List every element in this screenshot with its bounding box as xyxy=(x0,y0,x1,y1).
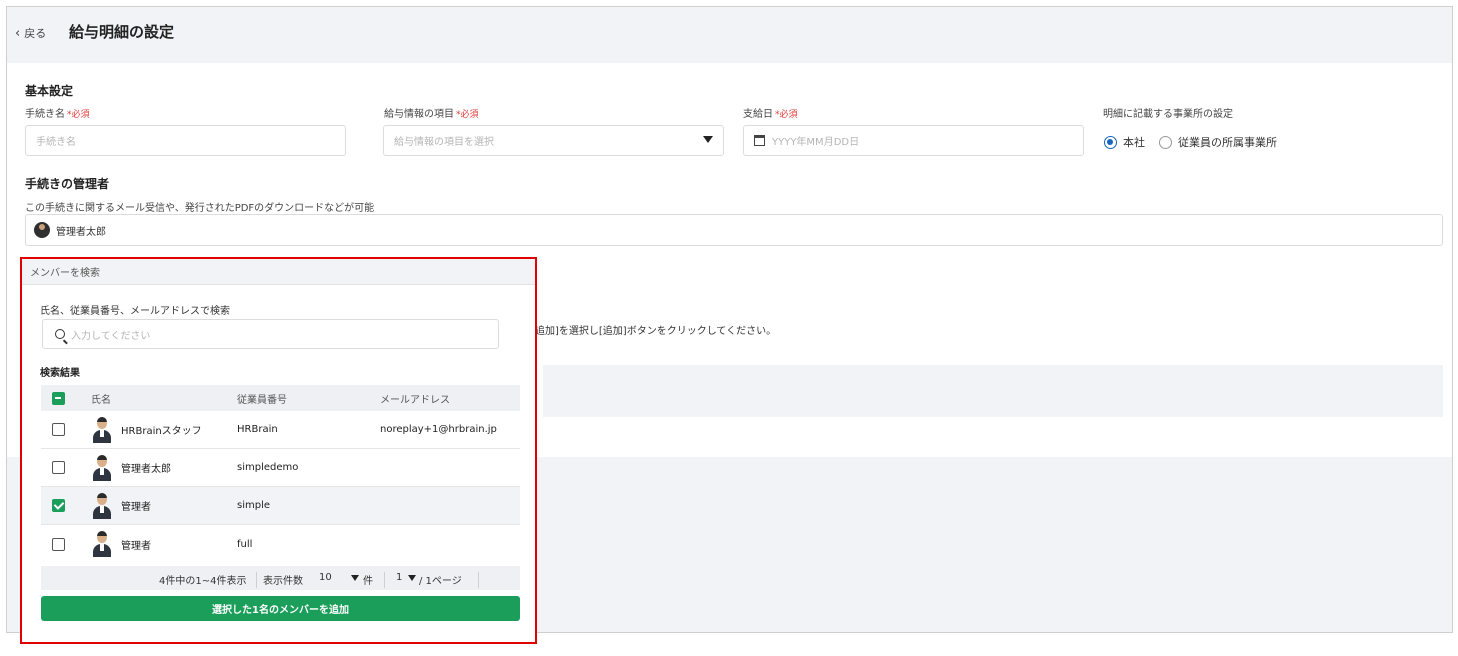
salary-item-placeholder: 給与情報の項目を選択 xyxy=(394,137,494,148)
page-number[interactable]: 1 xyxy=(396,572,402,583)
proc-name-label: 手続き名 *必須 xyxy=(25,109,90,120)
employee-number: HRBrain xyxy=(237,424,278,435)
pay-date-label: 支給日 *必須 xyxy=(743,109,798,120)
admin-member-field[interactable]: 管理者太郎 xyxy=(25,214,1443,246)
results-label: 検索結果 xyxy=(40,368,80,379)
row-checkbox[interactable] xyxy=(52,461,65,474)
back-label: 戻る xyxy=(24,27,47,40)
page-header: ‹ 戻る 給与明細の設定 xyxy=(7,7,1452,63)
column-header-mail: メールアドレス xyxy=(380,394,450,406)
office-radio-group: 本社 従業員の所属事業所 xyxy=(1104,134,1277,150)
caret-down-icon[interactable] xyxy=(351,575,359,581)
admin-section-title: 手続きの管理者 xyxy=(25,177,110,191)
search-label: 氏名、従業員番号、メールアドレスで検索 xyxy=(40,306,230,317)
table-row[interactable]: HRBrainスタッフ HRBrain noreplay+1@hrbrain.j… xyxy=(41,411,520,449)
divider xyxy=(384,572,385,588)
avatar xyxy=(91,531,113,557)
avatar xyxy=(91,416,113,443)
pay-date-placeholder: YYYY年MM月DD日 xyxy=(772,137,860,148)
admin-name: 管理者太郎 xyxy=(56,226,106,238)
employee-number: full xyxy=(237,538,253,550)
member-name: 管理者太郎 xyxy=(121,464,171,475)
back-button[interactable]: ‹ 戻る xyxy=(15,25,46,41)
required-mark: *必須 xyxy=(456,110,479,120)
member-search-input[interactable]: 入力してください xyxy=(42,319,499,349)
background-panel xyxy=(543,365,1443,417)
table-row[interactable]: 管理者 full xyxy=(41,525,520,563)
pagination-summary: 4件中の1~4件表示 xyxy=(159,576,247,587)
per-page-value[interactable]: 10 xyxy=(319,572,332,583)
divider xyxy=(478,572,479,588)
radio-head-office-label: 本社 xyxy=(1123,136,1145,149)
salary-item-select[interactable]: 給与情報の項目を選択 xyxy=(383,125,724,156)
member-name: 管理者 xyxy=(121,540,151,552)
search-placeholder: 入力してください xyxy=(71,330,151,342)
radio-member-office-label: 従業員の所属事業所 xyxy=(1178,136,1277,149)
required-mark: *必須 xyxy=(775,110,798,120)
search-icon xyxy=(55,329,65,339)
divider xyxy=(256,572,257,588)
member-name-cell: 管理者 xyxy=(91,531,151,557)
admin-description: この手続きに関するメール受信や、発行されたPDFのダウンロードなどが可能 xyxy=(25,203,375,214)
pagination-bar: 4件中の1~4件表示 表示件数 10 件 1 / 1ページ xyxy=(41,566,520,590)
radio-head-office[interactable] xyxy=(1104,135,1117,149)
background-instruction-text: 追加]を選択し[追加]ボタンをクリックしてください。 xyxy=(535,326,777,337)
popup-title: メンバーを検索 xyxy=(22,259,535,285)
avatar xyxy=(91,492,113,519)
column-header-emp: 従業員番号 xyxy=(237,394,287,406)
caret-down-icon xyxy=(703,136,713,143)
results-table: 氏名 従業員番号 メールアドレス HRBrainスタッフ HRBrain nor… xyxy=(41,385,520,563)
salary-item-label: 給与情報の項目 *必須 xyxy=(384,109,479,120)
email-address: noreplay+1@hrbrain.jp xyxy=(380,424,497,435)
member-name-cell: 管理者 xyxy=(91,492,151,519)
avatar xyxy=(34,222,50,238)
employee-number: simpledemo xyxy=(237,462,299,473)
member-search-popup: メンバーを検索 氏名、従業員番号、メールアドレスで検索 入力してください 検索結… xyxy=(20,257,537,644)
table-row[interactable]: 管理者 simple xyxy=(41,487,520,525)
basic-settings-title: 基本設定 xyxy=(25,84,74,98)
pay-date-input[interactable]: YYYY年MM月DD日 xyxy=(743,125,1084,156)
page-title: 給与明細の設定 xyxy=(69,23,175,41)
member-name: HRBrainスタッフ xyxy=(121,426,202,437)
table-row[interactable]: 管理者太郎 simpledemo xyxy=(41,449,520,487)
select-all-checkbox[interactable] xyxy=(52,391,65,405)
table-header: 氏名 従業員番号 メールアドレス xyxy=(41,385,520,411)
add-members-button[interactable]: 選択した1名のメンバーを追加 xyxy=(41,596,520,621)
row-checkbox[interactable] xyxy=(52,537,65,551)
page-total: / 1ページ xyxy=(419,576,462,587)
caret-down-icon[interactable] xyxy=(408,575,416,581)
office-setting-label: 明細に記載する事業所の設定 xyxy=(1103,109,1233,120)
member-name-cell: 管理者太郎 xyxy=(91,454,171,481)
row-checkbox[interactable] xyxy=(52,423,65,436)
required-mark: *必須 xyxy=(67,110,90,120)
employee-number: simple xyxy=(237,500,271,511)
proc-name-input[interactable]: 手続き名 xyxy=(25,125,346,156)
member-name: 管理者 xyxy=(121,502,151,513)
member-name-cell: HRBrainスタッフ xyxy=(91,416,202,443)
calendar-icon xyxy=(754,135,765,146)
avatar xyxy=(91,454,113,481)
radio-member-office[interactable] xyxy=(1159,135,1172,149)
per-page-label: 表示件数 xyxy=(263,576,303,587)
row-checkbox[interactable] xyxy=(52,499,65,512)
per-page-unit: 件 xyxy=(363,576,373,587)
column-header-name: 氏名 xyxy=(91,394,111,406)
chevron-left-icon: ‹ xyxy=(15,25,21,41)
